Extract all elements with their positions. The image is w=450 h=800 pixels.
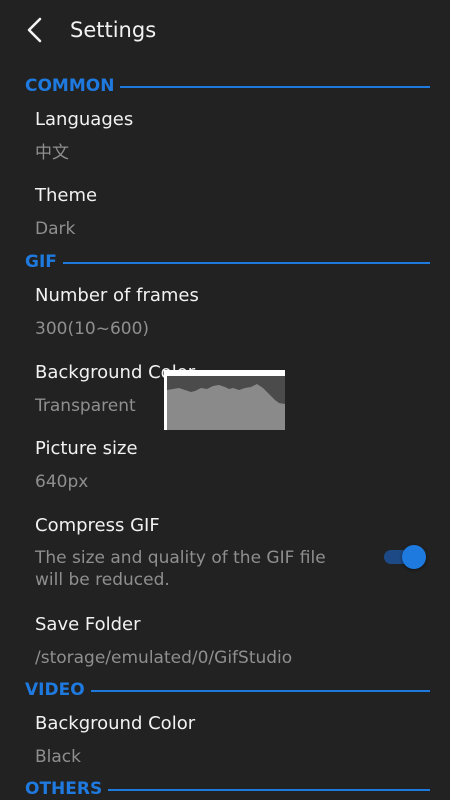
setting-value: /storage/emulated/0/GifStudio xyxy=(35,648,293,668)
section-header-gif: GIF xyxy=(25,251,430,273)
setting-value: 中文 xyxy=(35,143,69,163)
setting-title: Save Folder xyxy=(35,614,141,635)
setting-value: Dark xyxy=(35,219,76,239)
toggle-thumb xyxy=(402,545,426,569)
waveform-preview-graphic xyxy=(167,376,285,430)
setting-title: Picture size xyxy=(35,438,138,459)
section-label: GIF xyxy=(25,251,63,273)
back-button[interactable] xyxy=(20,14,52,46)
section-label: VIDEO xyxy=(25,679,91,701)
setting-title: Number of frames xyxy=(35,285,199,306)
section-header-common: COMMON xyxy=(25,75,430,97)
setting-title: Languages xyxy=(35,109,134,130)
compress-gif-toggle[interactable] xyxy=(382,544,426,569)
section-label: OTHERS xyxy=(25,778,109,800)
setting-description: The size and quality of the GIF file wil… xyxy=(35,548,326,590)
section-label: COMMON xyxy=(25,75,121,97)
section-divider xyxy=(25,262,430,264)
setting-picture-size[interactable]: Picture size 640px xyxy=(35,437,430,493)
setting-theme[interactable]: Theme Dark xyxy=(35,184,430,240)
preview-thumbnail[interactable] xyxy=(164,370,285,430)
top-bar: Settings xyxy=(0,0,450,62)
setting-compress-gif[interactable]: Compress GIF The size and quality of the… xyxy=(35,514,430,591)
page-title: Settings xyxy=(70,18,157,42)
setting-video-background-color[interactable]: Background Color Black xyxy=(35,712,430,768)
settings-screen: Settings COMMON Languages 中文 Theme Dark … xyxy=(0,0,450,800)
section-header-video: VIDEO xyxy=(25,679,430,701)
back-arrow-icon xyxy=(27,17,42,43)
setting-title: Compress GIF xyxy=(35,515,160,536)
setting-number-of-frames[interactable]: Number of frames 300(10~600) xyxy=(35,284,430,340)
setting-languages[interactable]: Languages 中文 xyxy=(35,108,430,164)
setting-value: 640px xyxy=(35,472,89,492)
setting-title: Background Color xyxy=(35,713,196,734)
setting-title: Theme xyxy=(35,185,98,206)
setting-value: Black xyxy=(35,747,81,767)
section-header-others: OTHERS xyxy=(25,778,430,800)
setting-value: 300(10~600) xyxy=(35,319,150,339)
setting-save-folder[interactable]: Save Folder /storage/emulated/0/GifStudi… xyxy=(35,613,430,669)
